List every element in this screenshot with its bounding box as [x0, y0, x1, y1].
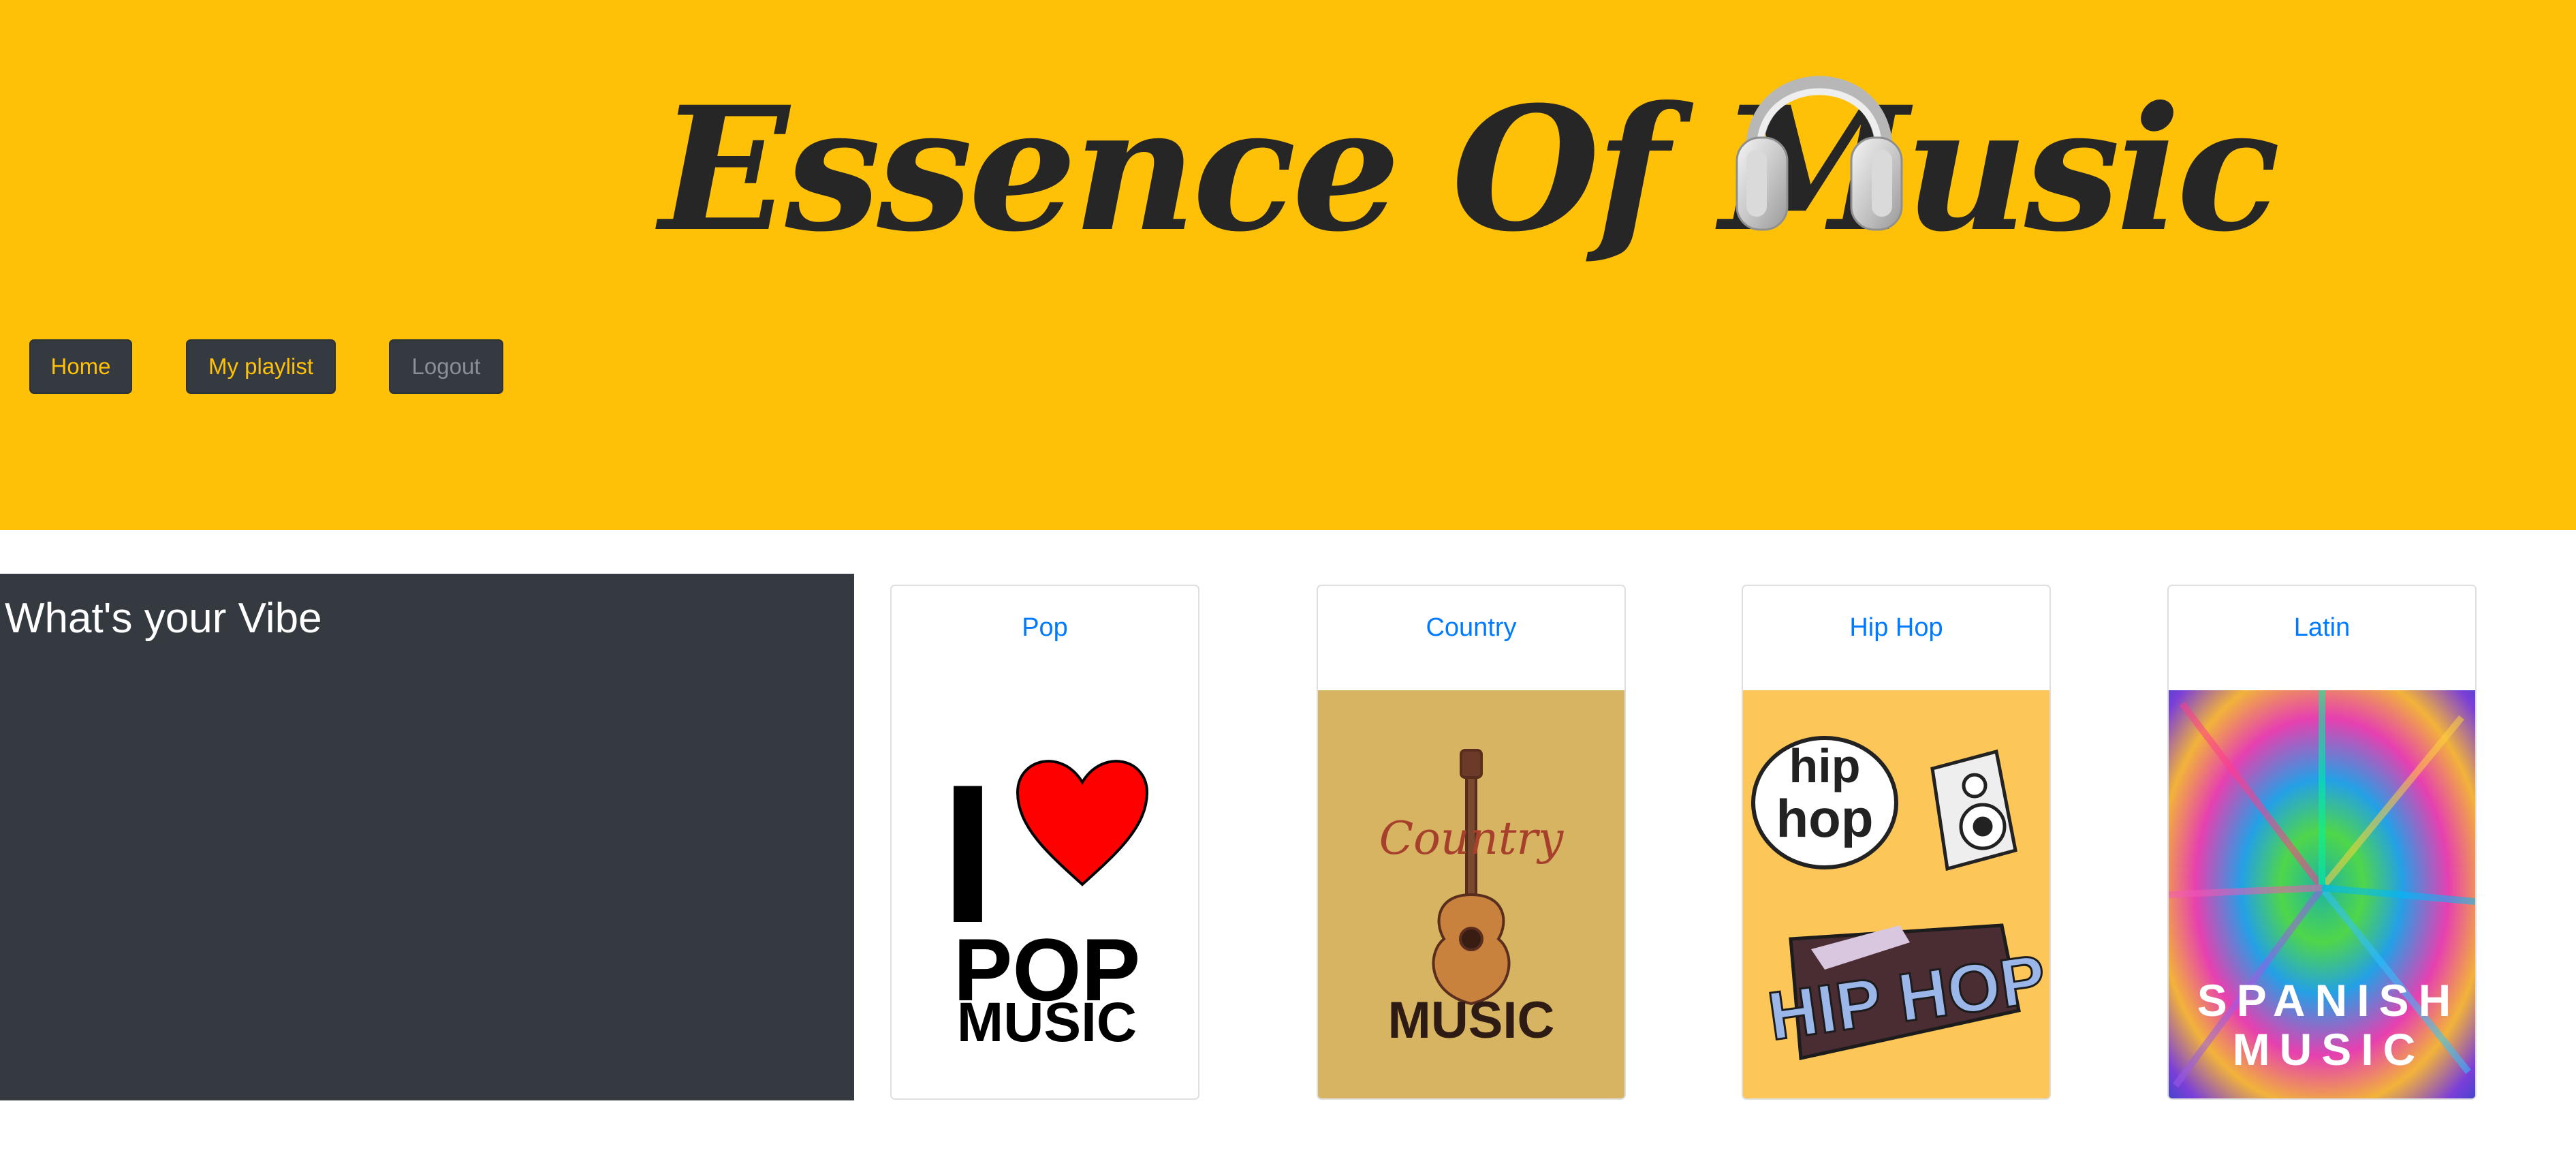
- genre-card-pop[interactable]: Pop I POP MUSIC: [890, 585, 1199, 1100]
- headphones-icon: [1735, 76, 1903, 231]
- home-button[interactable]: Home: [29, 339, 132, 394]
- country-cover-subword: MUSIC: [1388, 991, 1555, 1049]
- pop-cover-subword: MUSIC: [957, 991, 1137, 1053]
- latin-cover-word: SPANISH: [2197, 975, 2461, 1025]
- genre-card-country[interactable]: Country Country MUSIC: [1317, 585, 1626, 1100]
- logout-button[interactable]: Logout: [389, 339, 503, 394]
- pop-cover-image[interactable]: I POP MUSIC: [892, 690, 1198, 1098]
- country-cover-word: Country: [1379, 812, 1564, 865]
- hip-hop-cover-word-2: hop: [1776, 788, 1874, 848]
- header-banner: Essence Of Music Home My playlist Logout: [0, 0, 2576, 530]
- vibe-heading: What's your Vibe: [5, 595, 322, 642]
- genre-card-hip-hop[interactable]: Hip Hop hip hop HIP HOP: [1742, 585, 2051, 1100]
- genre-title-pop[interactable]: Pop: [892, 613, 1198, 643]
- latin-cover-image[interactable]: SPANISH MUSIC: [2169, 690, 2475, 1098]
- latin-cover-subword: MUSIC: [2233, 1024, 2425, 1075]
- country-cover-image[interactable]: Country MUSIC: [1318, 690, 1624, 1098]
- hip-hop-cover-image[interactable]: hip hop HIP HOP: [1743, 690, 2049, 1098]
- genre-card-latin[interactable]: Latin SPANISH MUSIC: [2167, 585, 2477, 1100]
- vibe-panel: What's your Vibe: [0, 574, 854, 1100]
- hip-hop-cover-word-1: hip: [1789, 739, 1861, 792]
- genre-title-hip-hop[interactable]: Hip Hop: [1743, 613, 2049, 643]
- genre-title-country[interactable]: Country: [1318, 613, 1624, 643]
- genre-title-latin[interactable]: Latin: [2169, 613, 2475, 643]
- site-title: Essence Of Music: [659, 69, 2280, 269]
- my-playlist-button[interactable]: My playlist: [186, 339, 336, 394]
